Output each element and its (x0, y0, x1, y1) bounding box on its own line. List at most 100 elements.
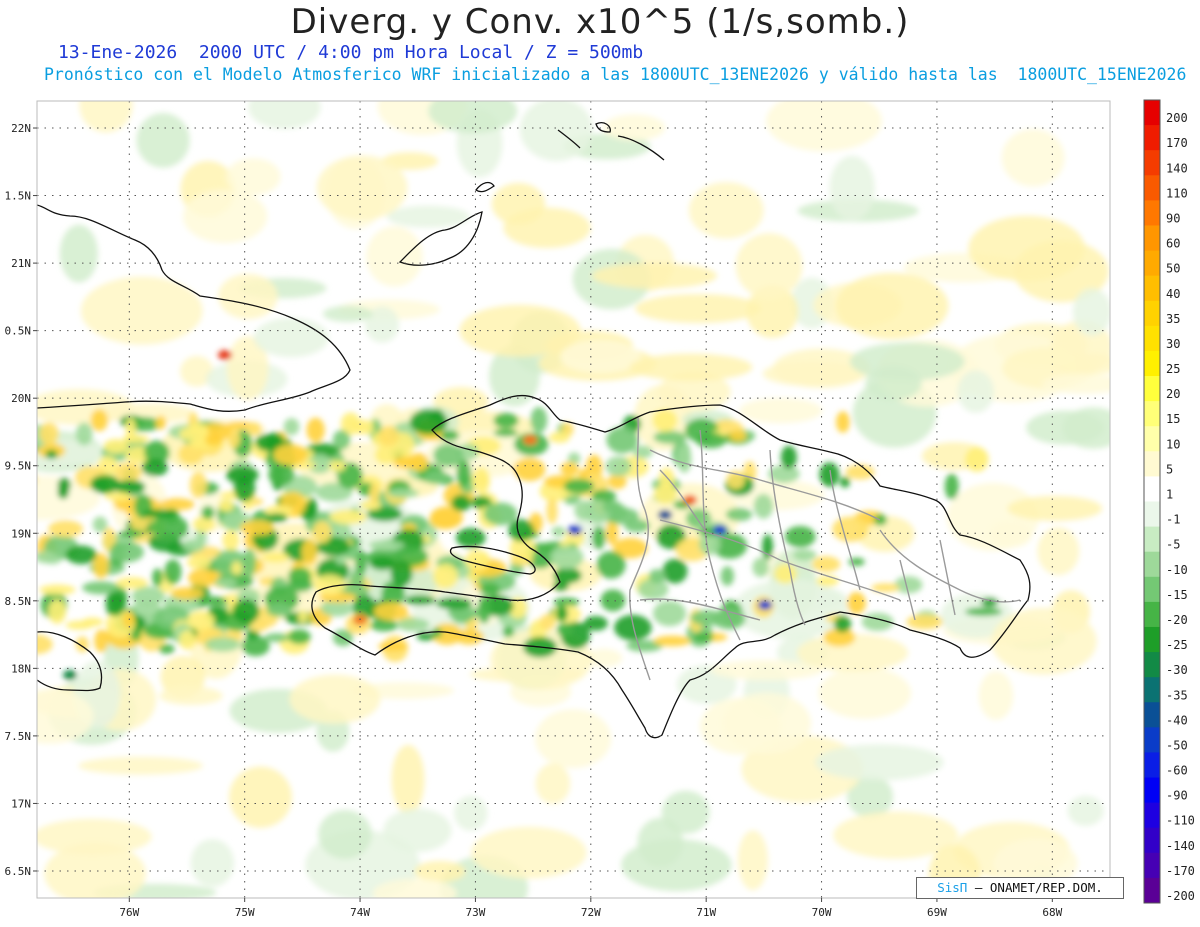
field-blob (819, 462, 840, 487)
colorbar-label: 15 (1166, 412, 1180, 426)
field-blob (204, 637, 241, 652)
lat-label: 17N (11, 797, 31, 810)
field-blob (989, 520, 1033, 548)
colorbar-swatch (1144, 125, 1160, 151)
field-blob (273, 444, 308, 466)
field-blob (232, 599, 260, 624)
field-blob (530, 406, 548, 434)
field-blob (48, 599, 67, 624)
field-blob (835, 272, 949, 340)
colorbar-swatch (1144, 325, 1160, 352)
colorbar-label: 60 (1166, 237, 1180, 251)
lat-label: 19N (11, 527, 31, 540)
colorbar-label: -10 (1166, 563, 1188, 577)
colorbar-label: -200 (1166, 889, 1195, 903)
colorbar-label: 20 (1166, 387, 1180, 401)
field-blob (6, 470, 36, 489)
field-blob (968, 215, 1086, 282)
field-blob (78, 756, 204, 775)
field-blob (433, 563, 459, 589)
field-blob (205, 433, 223, 447)
field-blob (605, 456, 632, 477)
field-cell (218, 350, 232, 360)
field-blob (560, 461, 579, 476)
colorbar-swatch (1144, 777, 1160, 804)
field-blob (560, 340, 641, 374)
latitude-labels: 22N 1.5N 21N 0.5N 20N 9.5N 19N 8.5N 18N 7.5N 17N 6.… (5, 122, 37, 878)
field-blob (493, 412, 519, 429)
lat-label: 18N (11, 662, 31, 675)
field-blob (103, 438, 129, 454)
field-blob (818, 667, 912, 719)
field-blob (213, 549, 248, 577)
colorbar-label: 200 (1166, 111, 1188, 125)
colorbar-swatch (1144, 401, 1160, 427)
colorbar-swatch (1144, 275, 1160, 302)
field-blob (131, 586, 165, 607)
field-blob (835, 411, 850, 433)
field-blob (637, 817, 684, 867)
lat-label: 7.5N (5, 730, 32, 743)
field-blob (906, 614, 944, 630)
field-blob (1007, 495, 1103, 522)
lat-label: 1.5N (5, 190, 32, 203)
lat-label: 9.5N (5, 460, 32, 473)
field-blob (578, 469, 589, 479)
field-blob (115, 577, 148, 589)
field-blob (105, 590, 126, 617)
colorbar-swatch (1144, 526, 1160, 553)
field-blob (79, 101, 133, 133)
colorbar-label: 10 (1166, 437, 1180, 451)
field-blob (551, 526, 566, 537)
colorbar-label: -30 (1166, 663, 1188, 677)
field-blob (1001, 129, 1065, 187)
field-blob (75, 422, 93, 446)
field-blob (188, 422, 208, 436)
divergence-map: 22N 1.5N 21N 0.5N 20N 9.5N 19N 8.5N 18N 7.5N 17N 6.… (0, 99, 1195, 919)
colorbar-label: 1 (1166, 488, 1173, 502)
field-blob (0, 511, 11, 522)
colorbar-swatch (1144, 601, 1160, 628)
field-blob (606, 426, 639, 454)
field-blob (816, 575, 839, 587)
field-blob (109, 541, 144, 563)
lat-label: 22N (11, 122, 31, 135)
field-blob (368, 540, 405, 551)
field-blob (373, 878, 457, 898)
colorbar-swatch (1144, 752, 1160, 779)
field-blob (454, 795, 488, 831)
field-blob (549, 431, 570, 443)
field-blob (849, 342, 965, 381)
field-blob (182, 189, 268, 244)
lon-label: 74W (350, 906, 370, 919)
field-blob (218, 273, 278, 320)
field-blob (378, 425, 400, 447)
field-blob (652, 408, 678, 432)
field-blob (233, 474, 256, 502)
field-blob (396, 617, 430, 632)
colorbar-label: -25 (1166, 638, 1188, 652)
field-blob (261, 552, 290, 563)
lon-label: 68W (1042, 906, 1062, 919)
field-blob (479, 583, 501, 597)
lon-label: 70W (812, 906, 832, 919)
field-blob (725, 507, 753, 522)
field-blob (392, 456, 423, 469)
field-blob (219, 503, 234, 512)
longitude-labels: 76W 75W 74W 73W 72W 71W 70W 69W 68W (119, 898, 1063, 919)
credit-box: SisΠ – ONAMET/REP.DOM. (916, 877, 1124, 899)
colorbar-swatch (1144, 300, 1160, 327)
field-blob (125, 417, 136, 443)
field-blob (318, 809, 372, 859)
field-blob (596, 551, 626, 579)
field-blob (404, 595, 436, 606)
colorbar-label: 35 (1166, 312, 1180, 326)
field-blob (815, 744, 944, 781)
field-cell (658, 510, 672, 520)
field-blob (792, 549, 817, 561)
colorbar-label: 25 (1166, 362, 1180, 376)
field-blob (142, 509, 178, 519)
colorbar-label: 110 (1166, 186, 1188, 200)
field-blob (632, 445, 653, 459)
field-blob (225, 158, 281, 196)
